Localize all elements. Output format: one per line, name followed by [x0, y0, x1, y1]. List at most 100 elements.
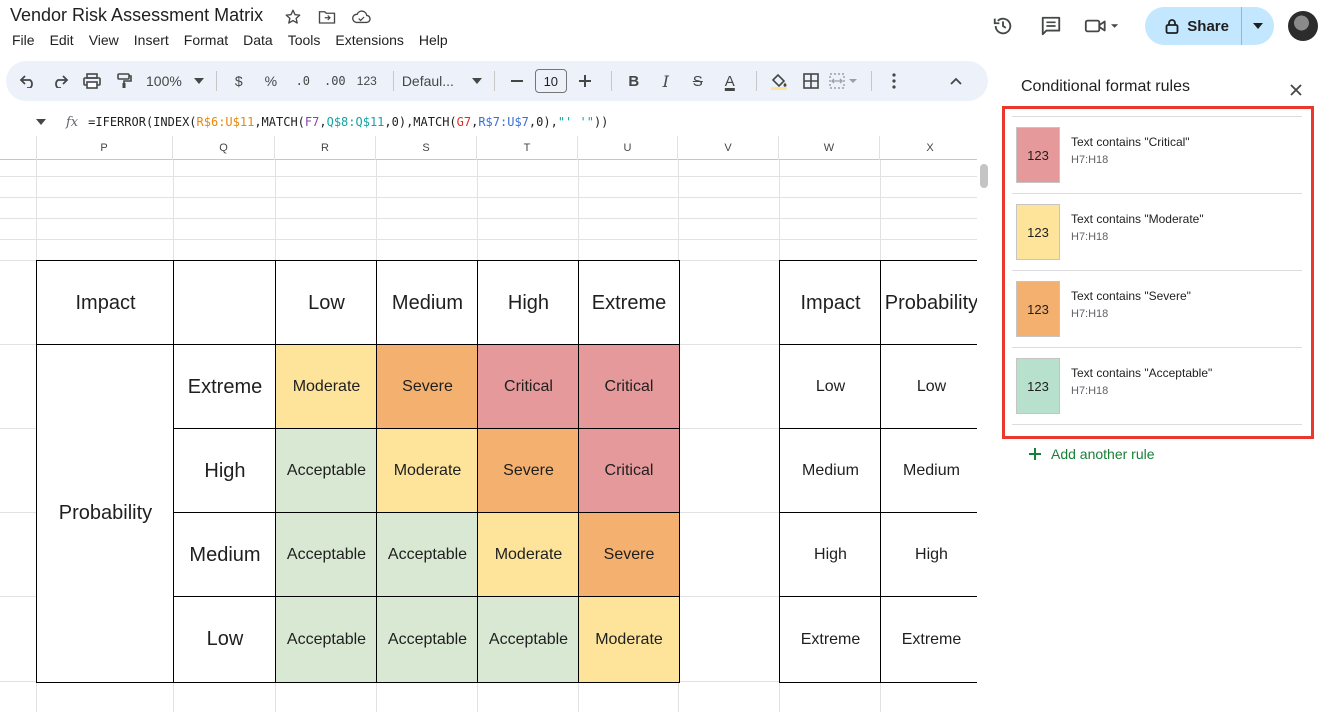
probability-label-cell[interactable]: Probability: [36, 344, 175, 683]
lookup-cell[interactable]: Medium: [779, 428, 882, 514]
column-header-s[interactable]: S: [376, 136, 477, 160]
share-dropdown-button[interactable]: [1242, 7, 1274, 45]
probability-level-low[interactable]: Low: [173, 596, 277, 683]
lookup-cell[interactable]: Low: [779, 344, 882, 430]
impact-header-cell[interactable]: Impact: [36, 260, 175, 346]
undo-icon[interactable]: [14, 67, 42, 95]
collapse-toolbar-icon[interactable]: [942, 67, 970, 95]
menu-item-insert[interactable]: Insert: [134, 32, 169, 48]
risk-cell[interactable]: Acceptable: [275, 596, 378, 683]
scrollbar-thumb[interactable]: [980, 164, 988, 188]
merge-cells-icon[interactable]: [829, 67, 859, 95]
probability-level-extreme[interactable]: Extreme: [173, 344, 277, 430]
conditional-rule[interactable]: 123 Text contains "Severe" H7:H18: [1012, 270, 1302, 347]
star-icon[interactable]: [282, 7, 304, 27]
italic-button[interactable]: I: [652, 67, 680, 95]
risk-cell[interactable]: Moderate: [275, 344, 378, 430]
document-title[interactable]: Vendor Risk Assessment Matrix: [10, 5, 263, 26]
risk-cell[interactable]: Severe: [376, 344, 479, 430]
lookup-cell[interactable]: Low: [880, 344, 977, 430]
risk-cell[interactable]: Acceptable: [376, 512, 479, 598]
move-folder-icon[interactable]: [316, 7, 338, 27]
more-options-icon[interactable]: [880, 67, 908, 95]
impact-level-high[interactable]: High: [477, 260, 580, 346]
percent-format-button[interactable]: %: [257, 67, 285, 95]
conditional-rule[interactable]: 123 Text contains "Acceptable" H7:H18: [1012, 347, 1302, 424]
lookup-cell[interactable]: Extreme: [880, 596, 977, 683]
currency-format-button[interactable]: $: [225, 67, 253, 95]
conditional-rule[interactable]: 123 Text contains "Moderate" H7:H18: [1012, 193, 1302, 270]
column-header-p[interactable]: P: [36, 136, 173, 160]
comments-icon[interactable]: [1031, 6, 1071, 46]
print-icon[interactable]: [78, 67, 106, 95]
probability-level-medium[interactable]: Medium: [173, 512, 277, 598]
impact-level-low[interactable]: Low: [275, 260, 378, 346]
menu-item-view[interactable]: View: [89, 32, 119, 48]
lookup-cell[interactable]: High: [880, 512, 977, 598]
redo-icon[interactable]: [46, 67, 74, 95]
column-header-u[interactable]: U: [578, 136, 678, 160]
conditional-rule[interactable]: 123 Text contains "Critical" H7:H18: [1012, 116, 1302, 193]
font-size-input[interactable]: 10: [534, 69, 567, 93]
paint-format-icon[interactable]: [110, 67, 138, 95]
risk-cell[interactable]: Acceptable: [275, 512, 378, 598]
lookup-cell[interactable]: Medium: [880, 428, 977, 514]
spreadsheet-grid[interactable]: PQRSTUVWX Impact Low Medium High Extreme Prob…: [0, 136, 977, 712]
history-icon[interactable]: [983, 6, 1023, 46]
impact-level-extreme[interactable]: Extreme: [578, 260, 680, 346]
risk-cell[interactable]: Critical: [578, 344, 680, 430]
column-header-r[interactable]: R: [275, 136, 376, 160]
risk-cell[interactable]: Moderate: [477, 512, 580, 598]
vertical-scrollbar[interactable]: [978, 160, 990, 712]
risk-cell[interactable]: Moderate: [578, 596, 680, 683]
lookup-header-probability[interactable]: Probability: [880, 260, 977, 346]
zoom-select[interactable]: 100%: [146, 67, 204, 95]
increase-decimal-button[interactable]: .00: [321, 67, 349, 95]
close-icon[interactable]: [1286, 80, 1306, 100]
select-all-corner[interactable]: [0, 136, 37, 160]
lookup-header-impact[interactable]: Impact: [779, 260, 882, 346]
borders-icon[interactable]: [797, 67, 825, 95]
add-rule-button[interactable]: Add another rule: [1029, 446, 1155, 462]
menu-item-file[interactable]: File: [12, 32, 35, 48]
formula-input[interactable]: =IFERROR(INDEX(R$6:U$11,MATCH(F7,Q$8:Q$1…: [88, 115, 608, 129]
share-button[interactable]: Share: [1145, 7, 1242, 45]
column-header-w[interactable]: W: [779, 136, 880, 160]
name-box-dropdown-icon[interactable]: [36, 119, 46, 125]
font-select[interactable]: Defaul...: [402, 67, 482, 95]
menu-item-help[interactable]: Help: [419, 32, 448, 48]
menu-item-data[interactable]: Data: [243, 32, 273, 48]
lookup-cell[interactable]: Extreme: [779, 596, 882, 683]
text-color-button[interactable]: A: [716, 67, 744, 95]
fill-color-icon[interactable]: [765, 67, 793, 95]
avatar[interactable]: [1288, 11, 1318, 41]
probability-level-high[interactable]: High: [173, 428, 277, 514]
font-size-increase-button[interactable]: [571, 67, 599, 95]
menu-item-format[interactable]: Format: [184, 32, 228, 48]
risk-cell[interactable]: Severe: [578, 512, 680, 598]
risk-cell[interactable]: Moderate: [376, 428, 479, 514]
font-size-decrease-button[interactable]: [503, 67, 531, 95]
impact-level-medium[interactable]: Medium: [376, 260, 479, 346]
risk-cell[interactable]: Acceptable: [376, 596, 479, 683]
meet-video-icon[interactable]: [1079, 6, 1125, 46]
cloud-saved-icon[interactable]: [350, 7, 372, 27]
empty-header-cell[interactable]: [173, 260, 277, 346]
risk-cell[interactable]: Acceptable: [477, 596, 580, 683]
column-header-v[interactable]: V: [678, 136, 779, 160]
risk-cell[interactable]: Acceptable: [275, 428, 378, 514]
decrease-decimal-button[interactable]: .0: [289, 67, 317, 95]
risk-cell[interactable]: Critical: [477, 344, 580, 430]
strikethrough-button[interactable]: S: [684, 67, 712, 95]
risk-cell[interactable]: Critical: [578, 428, 680, 514]
menu-item-tools[interactable]: Tools: [288, 32, 321, 48]
number-format-button[interactable]: 123: [353, 67, 381, 95]
column-header-q[interactable]: Q: [173, 136, 275, 160]
column-header-x[interactable]: X: [880, 136, 977, 160]
column-header-t[interactable]: T: [477, 136, 578, 160]
bold-button[interactable]: B: [620, 67, 648, 95]
menu-item-edit[interactable]: Edit: [50, 32, 74, 48]
risk-cell[interactable]: Severe: [477, 428, 580, 514]
lookup-cell[interactable]: High: [779, 512, 882, 598]
menu-item-extensions[interactable]: Extensions: [335, 32, 403, 48]
